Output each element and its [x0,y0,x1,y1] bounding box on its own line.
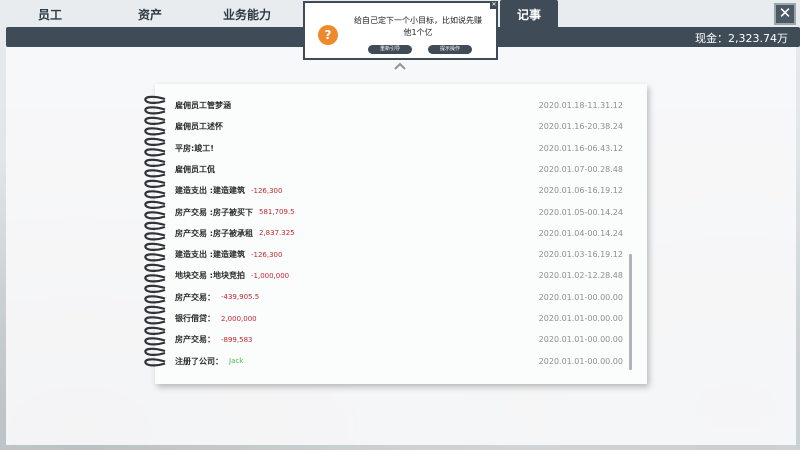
binding-ring [144,232,166,241]
binding-ring [144,316,166,325]
log-row-amount: 2,837.325 [258,229,295,238]
log-row-text: 房产交易： [175,292,215,302]
log-row-amount: -899,583 [221,335,253,344]
log-row-amount: -126,300 [250,250,283,259]
log-row-date: 2020.01.18-11.31.12 [538,101,623,110]
log-row-text: 雇佣员工侃 [175,164,215,174]
log-row-text: 房产交易： [175,335,215,345]
log-row-amount: -439,905.5 [221,293,260,302]
binding-ring [144,116,166,125]
binding-ring [144,95,166,104]
binding-ring [144,347,166,356]
log-row: 雇佣员工侃 2020.01.07-00.28.48 [175,159,627,180]
binding-ring [144,295,166,304]
log-row-amount: Jack [229,357,244,366]
binding-ring [144,211,166,220]
log-row-date: 2020.01.02-12.28.48 [538,271,623,281]
log-row: 房产交易 :房子被承租 2,837.325 2020.01.04-00.14.24 [175,223,627,244]
binding-ring [144,137,166,146]
binding-ring [144,242,166,251]
binding-ring [144,190,166,199]
log-row-text: 银行借贷： [175,314,215,323]
log-row-amount: -126,300 [250,186,283,195]
log-row: 房产交易： -439,905.5 2020.01.01-00.00.00 [175,287,627,308]
reguide-button[interactable]: 重新引导 [368,45,412,54]
log-row: 建造支出 :建造建筑 -126,300 2020.01.03-16.19.12 [175,244,627,265]
log-row-text: 建造支出 :建造建筑 [175,186,245,196]
log-row: 地块交易 :地块竞拍 -1,000,000 2020.01.02-12.28.48 [175,265,627,286]
binding-ring [144,263,166,272]
log-row-date: 2020.01.03-16.19.12 [538,250,623,260]
log-row-text: 房产交易 :房子被买下 [175,207,253,217]
log-row-text: 注册了公司： [175,356,223,366]
log-row-date: 2020.01.01-00.00.00 [538,314,623,323]
log-row-date: 2020.01.16-20.38.24 [538,122,623,132]
log-row-date: 2020.01.01-00.00.00 [538,335,623,345]
hint-button[interactable]: 提示操作 [428,45,472,54]
close-icon[interactable]: ✕ [774,3,796,25]
binding-ring [144,305,166,314]
tip-message: 给自己定下一个小目标，比如说先赚他1个亿 [354,16,482,37]
log-row-date: 2020.01.01-00.00.00 [538,356,623,366]
log-row-date: 2020.01.06-16.19.12 [538,186,623,196]
binding-ring [144,106,166,115]
log-row: 房产交易 :房子被买下 581,709.5 2020.01.05-00.14.24 [175,202,627,223]
log-row: 雇佣员工述怀 2020.01.16-20.38.24 [175,116,627,137]
binding-ring [144,326,166,335]
log-row-date: 2020.01.05-00.14.24 [538,207,623,217]
tab-assets[interactable]: 资产 [120,0,180,30]
binding-ring [144,148,166,157]
binding-ring [144,200,166,209]
log-row: 平房:竣工! 2020.01.16-06.43.12 [175,138,627,159]
log-row: 房产交易： -899,583 2020.01.01-00.00.00 [175,329,627,350]
chevron-up-icon[interactable] [393,62,407,70]
log-row-text: 地块交易 :地块竞拍 [175,271,245,281]
log-row-text: 建造支出 :建造建筑 [175,250,245,260]
log-row-text: 雇佣员工管梦涵 [175,101,231,110]
popup-close-icon[interactable]: ✕ [490,1,498,9]
binding-ring [144,158,166,167]
binding-ring [144,221,166,230]
tab-business-ability[interactable]: 业务能力 [212,0,282,30]
log-row-text: 房产交易 :房子被承租 [175,228,253,238]
log-row: 建造支出 :建造建筑 -126,300 2020.01.06-16.19.12 [175,180,627,201]
log-row: 雇佣员工管梦涵 2020.01.18-11.31.12 [175,95,627,116]
log-row-date: 2020.01.04-00.14.24 [538,228,623,238]
log-row-amount: -1,000,000 [250,271,290,280]
binding-ring [144,179,166,188]
binding-ring [144,284,166,293]
log-row-text: 雇佣员工述怀 [175,122,223,132]
log-row-date: 2020.01.01-00.00.00 [538,292,623,302]
tip-popup: ? 给自己定下一个小目标，比如说先赚他1个亿 重新引导 提示操作 ✕ [303,1,498,60]
log-row-text: 平房:竣工! [175,143,214,153]
binding-ring [144,127,166,136]
log-row-amount: 2,000,000 [221,314,257,323]
cash-display: 现金：2,323.74万 [695,32,788,45]
log-row-date: 2020.01.07-00.28.48 [538,164,623,174]
binding-ring [144,274,166,283]
binding-ring [144,253,166,262]
log-scrollbar[interactable] [629,254,632,370]
log-row-date: 2020.01.16-06.43.12 [538,143,623,153]
question-icon: ? [318,25,338,45]
notebook-binding-rings [144,95,166,367]
binding-ring [144,358,166,367]
log-row: 注册了公司： Jack 2020.01.01-00.00.00 [175,351,627,372]
tab-notes[interactable]: 记事 [500,0,558,30]
binding-ring [144,169,166,178]
binding-ring [144,337,166,346]
log-row: 银行借贷： 2,000,000 2020.01.01-00.00.00 [175,308,627,329]
log-row-amount: 581,709.5 [258,208,295,216]
tab-employees[interactable]: 员工 [20,0,80,30]
